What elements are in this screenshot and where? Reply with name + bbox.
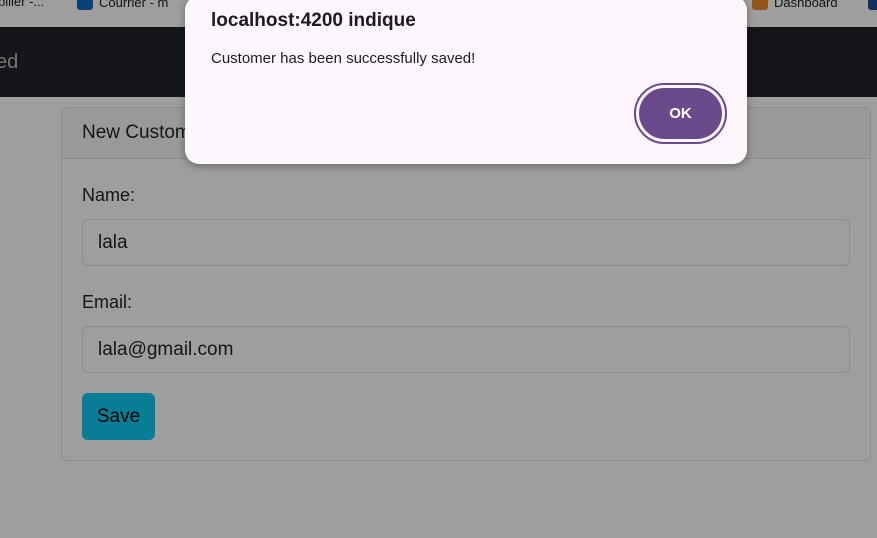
ok-button[interactable]: OK (634, 83, 727, 144)
dialog-title: localhost:4200 indique (211, 10, 416, 31)
alert-dialog: localhost:4200 indique Customer has been… (185, 0, 747, 164)
dialog-message: Customer has been successfully saved! (211, 50, 476, 67)
